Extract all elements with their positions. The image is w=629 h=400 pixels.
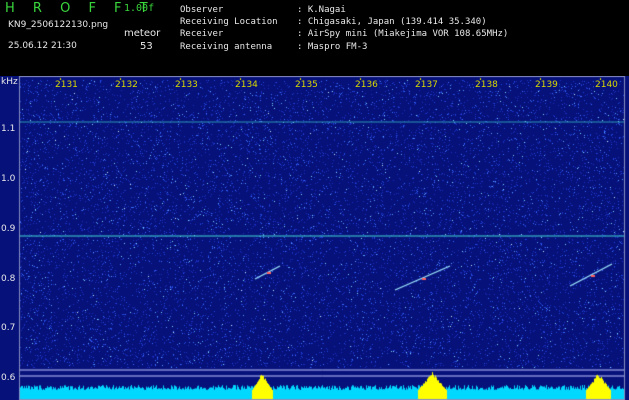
x-tick-2139: 2139 (534, 80, 559, 90)
x-tick-2135: 2135 (294, 80, 319, 90)
y-unit-label: kHz (1, 77, 18, 87)
y-tick-0-7: 0.7 (1, 323, 16, 333)
x-tick-2133: 2133 (174, 80, 199, 90)
station-info: Observer: K.Nagai Receiving Location: Ch… (180, 4, 508, 53)
x-tick-2134: 2134 (234, 80, 259, 90)
x-tick-2140: 2140 (594, 80, 619, 90)
y-tick-1-0: 1.0 (1, 174, 16, 184)
x-tick-2132: 2132 (114, 80, 139, 90)
filename-label: KN9_2506122130.png (8, 20, 109, 30)
timestamp-label: 25.06.12 21:30 (8, 41, 77, 51)
meteor-count: 53 (140, 41, 153, 52)
x-tick-2137: 2137 (414, 80, 439, 90)
y-tick-0-9: 0.9 (1, 224, 16, 234)
info-row-observer: Observer: K.Nagai (180, 5, 346, 15)
info-row-antenna: Receiving antenna: Maspro FM-3 (180, 41, 368, 52)
spectrogram (0, 76, 629, 400)
info-row-receiver: Receiver: AirSpy mini (Miakejima VOR 108… (180, 29, 509, 40)
version-label: 1.00f (124, 3, 155, 14)
x-tick-2136: 2136 (354, 80, 379, 90)
y-tick-0-6: 0.6 (1, 373, 16, 383)
x-tick-2131: 2131 (54, 80, 79, 90)
info-row-location: Receiving Location: Chigasaki, Japan (13… (180, 17, 487, 28)
x-tick-2138: 2138 (474, 80, 499, 90)
y-tick-1-1: 1.1 (1, 124, 16, 134)
meteor-label: meteor (124, 28, 161, 39)
y-tick-0-8: 0.8 (1, 274, 16, 284)
